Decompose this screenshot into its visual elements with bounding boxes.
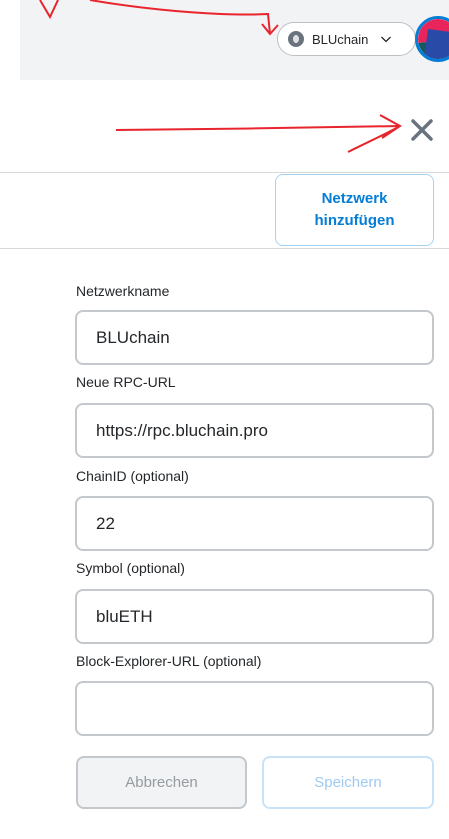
symbol-input[interactable] [75, 589, 434, 644]
chain-id-label: ChainID (optional) [76, 468, 189, 484]
section-divider [0, 248, 449, 249]
block-explorer-url-label: Block-Explorer-URL (optional) [76, 653, 262, 669]
rpc-url-input[interactable] [75, 403, 434, 458]
network-name: BLUchain [312, 31, 369, 47]
top-divider [0, 172, 449, 173]
network-dropdown[interactable]: BLUchain [277, 22, 416, 56]
add-network-label-line2: hinzufügen [314, 212, 395, 229]
add-network-label-line1: Netzwerk [321, 190, 388, 207]
chevron-down-icon [381, 36, 392, 43]
close-icon[interactable] [408, 116, 436, 144]
left-background-strip [0, 0, 20, 839]
network-status-icon [288, 31, 304, 47]
rpc-url-label: Neue RPC-URL [76, 374, 176, 390]
chain-id-input[interactable] [75, 496, 434, 551]
network-name-label: Netzwerkname [76, 283, 170, 299]
cancel-button[interactable]: Abbrechen [76, 756, 247, 809]
annotation-arrow-to-close [115, 114, 402, 153]
app-header: BLUchain [20, 0, 449, 80]
network-name-input[interactable] [75, 310, 434, 365]
block-explorer-url-input[interactable] [75, 681, 434, 736]
save-button[interactable]: Speichern [262, 756, 434, 809]
symbol-label: Symbol (optional) [76, 560, 185, 576]
add-network-button[interactable]: Netzwerk hinzufügen [275, 174, 434, 246]
